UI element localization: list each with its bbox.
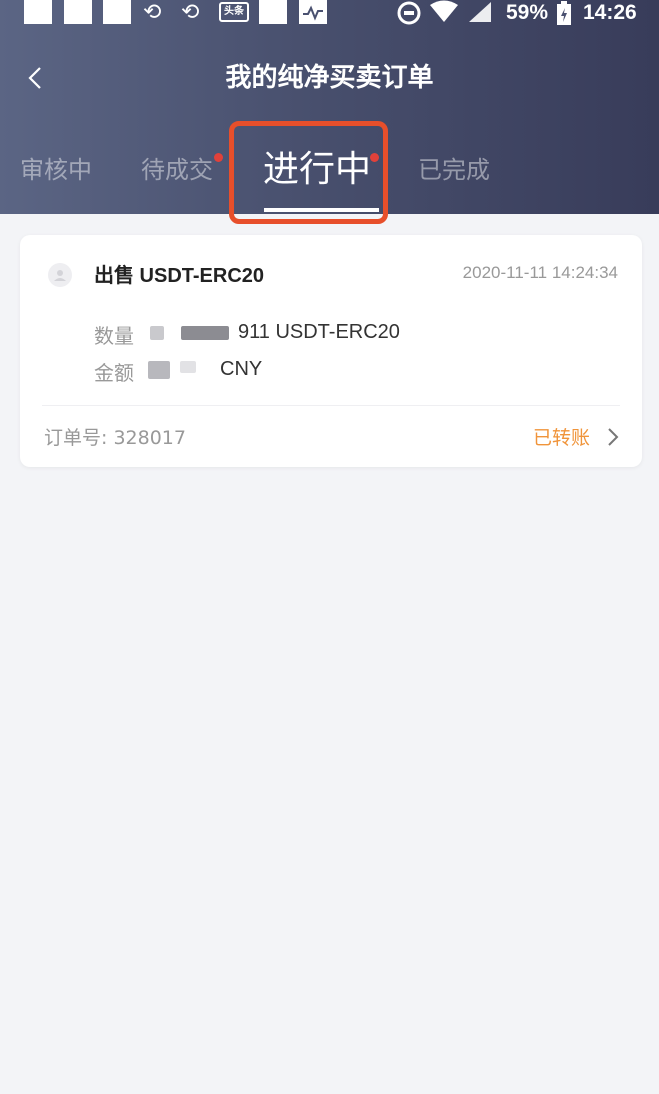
highlight-annotation bbox=[229, 121, 388, 224]
signal-icon bbox=[467, 0, 493, 31]
target-icon bbox=[396, 0, 422, 33]
app-icon: ⟲ bbox=[181, 0, 200, 25]
notification-icon bbox=[259, 0, 287, 24]
redacted-block bbox=[181, 326, 229, 340]
status-bar: ⟲ ⟲ 头条 59% 14:26 bbox=[0, 0, 659, 28]
battery-percent: 59% bbox=[506, 1, 549, 24]
pulse-icon bbox=[299, 0, 327, 24]
header-background: ⟲ ⟲ 头条 59% 14:26 我的纯净买卖订单 审核中 待成交 进行中 已完… bbox=[0, 0, 659, 224]
divider bbox=[42, 405, 620, 406]
tab-under-review[interactable]: 审核中 bbox=[20, 152, 92, 188]
notification-icon bbox=[64, 0, 92, 24]
amount-label: 金额 bbox=[94, 361, 134, 385]
order-number: 订单号: 328017 bbox=[44, 427, 186, 449]
status-badge: 已转账 bbox=[532, 427, 590, 449]
notification-icon bbox=[24, 0, 52, 24]
redacted-block bbox=[180, 361, 196, 373]
order-time: 2020-11-11 14:24:34 bbox=[462, 263, 618, 282]
page-title: 我的纯净买卖订单 bbox=[225, 63, 434, 93]
redacted-block bbox=[148, 361, 170, 379]
quantity-label: 数量 bbox=[94, 324, 134, 348]
tab-pending[interactable]: 待成交 bbox=[141, 152, 213, 188]
app-icon: ⟲ bbox=[143, 0, 162, 25]
news-icon: 头条 bbox=[219, 2, 249, 22]
order-title: 出售 USDT-ERC20 bbox=[94, 265, 265, 287]
amount-value: CNY bbox=[220, 358, 263, 380]
clock: 14:26 bbox=[583, 1, 637, 24]
quantity-value: 911 USDT-ERC20 bbox=[238, 321, 400, 343]
wifi-icon bbox=[429, 0, 459, 31]
tab-completed[interactable]: 已完成 bbox=[418, 152, 490, 188]
notification-icon bbox=[103, 0, 131, 24]
order-card[interactable]: 出售 USDT-ERC20 2020-11-11 14:24:34 数量 911… bbox=[20, 235, 642, 467]
avatar bbox=[48, 263, 72, 287]
battery-icon bbox=[556, 0, 572, 33]
tab-pending-badge bbox=[214, 153, 223, 162]
redacted-block bbox=[150, 326, 164, 340]
chevron-right-icon[interactable] bbox=[606, 427, 620, 447]
